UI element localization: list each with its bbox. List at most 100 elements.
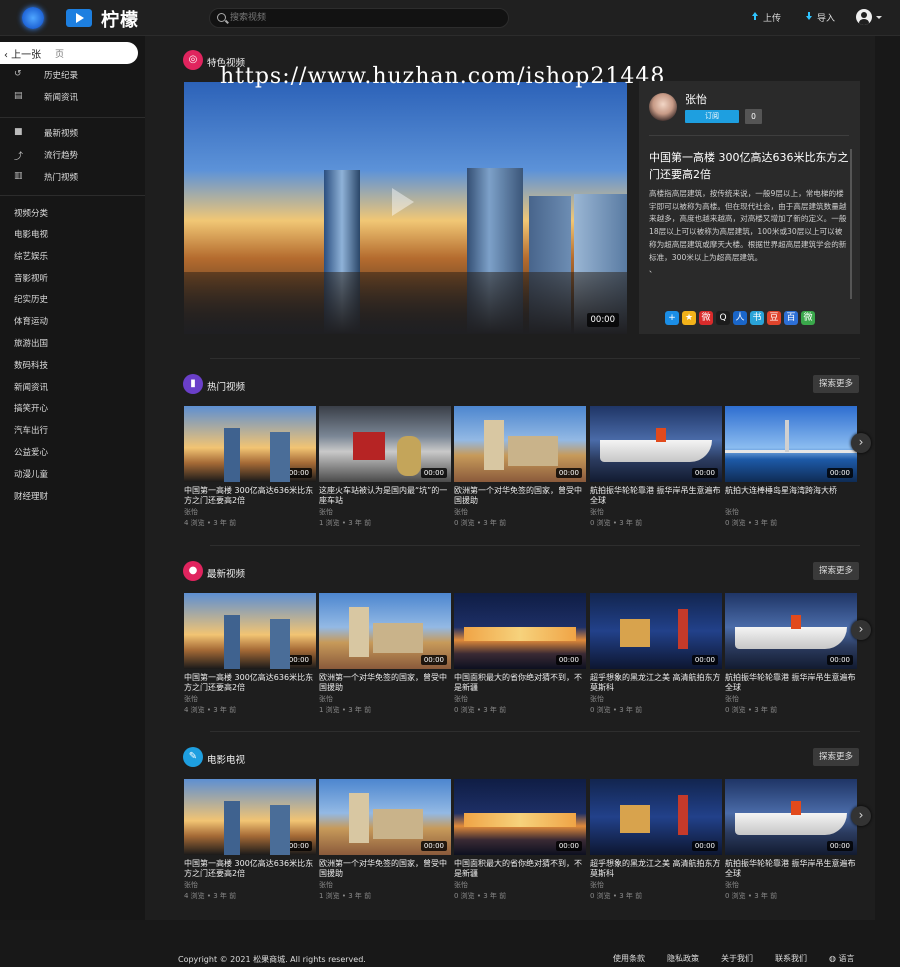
video-thumbnail[interactable]: 00:00 xyxy=(184,406,316,482)
video-author[interactable]: 张怡 xyxy=(184,880,198,890)
video-title[interactable]: 航拍振华轮轮靠港 振华岸吊生意遍布全球 xyxy=(725,673,857,693)
search-input[interactable] xyxy=(230,10,500,26)
video-title[interactable]: 这座火车站被认为是国内最“坑”的一座车站 xyxy=(319,486,451,506)
video-author[interactable]: 张怡 xyxy=(725,507,739,517)
footer-link-language[interactable]: ◍ 语言 xyxy=(829,953,855,964)
play-icon[interactable] xyxy=(392,188,414,216)
sidebar-category-item[interactable]: 体育运动 xyxy=(14,315,48,327)
sidebar-category-item[interactable]: 电影电视 xyxy=(14,228,48,240)
video-author[interactable]: 张怡 xyxy=(590,880,604,890)
video-title[interactable]: 航拍振华轮轮靠港 振华岸吊生意遍布全球 xyxy=(725,859,857,879)
sidebar-category-item[interactable]: 新闻资讯 xyxy=(14,381,48,393)
footer-link-about[interactable]: 关于我们 xyxy=(721,953,753,964)
video-card[interactable]: 00:00 超乎想象的黑龙江之美 高清航拍东方莫斯科 张怡 0 浏览 • 3 年 前 xyxy=(590,779,722,901)
avatar[interactable] xyxy=(649,93,677,121)
video-card[interactable]: 00:00 中国面积最大的省你绝对猜不到，不是新疆 张怡 0 浏览 • 3 年 前 xyxy=(454,779,586,901)
video-title[interactable]: 航拍振华轮轮靠港 振华岸吊生意遍布全球 xyxy=(590,486,722,506)
video-author[interactable]: 张怡 xyxy=(319,880,333,890)
share-douban-icon[interactable]: 豆 xyxy=(767,311,781,325)
footer-link-contact[interactable]: 联系我们 xyxy=(775,953,807,964)
video-card[interactable]: 00:00 欧洲第一个对华免签的国家，曾受中国援助 张怡 1 浏览 • 3 年 前 xyxy=(319,779,451,901)
share-star-icon[interactable]: ★ xyxy=(682,311,696,325)
video-card[interactable]: 00:00 中国第一高楼 300亿高达636米比东方之门还要高2倍 张怡 4 浏览 •… xyxy=(184,593,316,715)
video-author[interactable]: 张怡 xyxy=(590,507,604,517)
explore-more-button[interactable]: 探索更多 xyxy=(813,748,859,766)
video-card[interactable]: 00:00 欧洲第一个对华免签的国家，曾受中国援助 张怡 0 浏览 • 3 年 前 xyxy=(454,406,586,528)
video-author[interactable]: 张怡 xyxy=(454,694,468,704)
video-author[interactable]: 张怡 xyxy=(184,507,198,517)
sidebar-category-item[interactable]: 财经理财 xyxy=(14,490,48,502)
featured-video-player[interactable]: 00:00 xyxy=(184,82,627,334)
video-author[interactable]: 张怡 xyxy=(725,694,739,704)
prev-slide-button[interactable]: ‹ 上一张 页 xyxy=(0,42,138,64)
video-title[interactable]: 中国第一高楼 300亿高达636米比东方之门还要高2倍 xyxy=(184,486,316,506)
chevron-down-icon[interactable] xyxy=(876,16,882,19)
sidebar-category-item[interactable]: 综艺娱乐 xyxy=(14,250,48,262)
share-wechat-icon[interactable]: 微 xyxy=(801,311,815,325)
video-thumbnail[interactable]: 00:00 xyxy=(454,406,586,482)
video-title[interactable]: 中国面积最大的省你绝对猜不到，不是新疆 xyxy=(454,673,586,693)
video-thumbnail[interactable]: 00:00 xyxy=(184,593,316,669)
user-account-icon[interactable] xyxy=(856,9,872,25)
video-thumbnail[interactable]: 00:00 xyxy=(319,593,451,669)
video-title[interactable]: 超乎想象的黑龙江之美 高清航拍东方莫斯科 xyxy=(590,859,722,879)
share-plus-icon[interactable]: + xyxy=(665,311,679,325)
video-thumbnail[interactable]: 00:00 xyxy=(590,779,722,855)
video-card[interactable]: 00:00 中国第一高楼 300亿高达636米比东方之门还要高2倍 张怡 4 浏览 •… xyxy=(184,779,316,901)
share-renren-icon[interactable]: 人 xyxy=(733,311,747,325)
author-name[interactable]: 张怡 xyxy=(685,91,707,107)
video-title[interactable]: 超乎想象的黑龙江之美 高清航拍东方莫斯科 xyxy=(590,673,722,693)
sidebar-category-item[interactable]: 动漫儿童 xyxy=(14,468,48,480)
video-author[interactable]: 张怡 xyxy=(725,880,739,890)
chevron-right-icon[interactable]: › xyxy=(851,433,871,453)
sidebar-category-item[interactable]: 数码科技 xyxy=(14,359,48,371)
share-weibo-icon[interactable]: 微 xyxy=(699,311,713,325)
video-card[interactable]: 00:00 这座火车站被认为是国内最“坑”的一座车站 张怡 1 浏览 • 3 年 前 xyxy=(319,406,451,528)
sidebar-category-item[interactable]: 旅游出国 xyxy=(14,337,48,349)
video-thumbnail[interactable]: 00:00 xyxy=(725,779,857,855)
home-nav-label[interactable]: 页 xyxy=(55,47,64,60)
video-thumbnail[interactable]: 00:00 xyxy=(184,779,316,855)
chevron-right-icon[interactable]: › xyxy=(851,620,871,640)
video-title[interactable]: 中国面积最大的省你绝对猜不到，不是新疆 xyxy=(454,859,586,879)
video-thumbnail[interactable]: 00:00 xyxy=(725,406,857,482)
video-thumbnail[interactable]: 00:00 xyxy=(590,406,722,482)
video-card[interactable]: 00:00 航拍振华轮轮靠港 振华岸吊生意遍布全球 张怡 0 浏览 • 3 年 前 xyxy=(590,406,722,528)
video-thumbnail[interactable]: 00:00 xyxy=(454,593,586,669)
sidebar-category-item[interactable]: 汽车出行 xyxy=(14,424,48,436)
featured-video-title[interactable]: 中国第一高楼 300亿高达636米比东方之门还要高2倍 xyxy=(649,149,849,183)
video-title[interactable]: 欧洲第一个对华免签的国家，曾受中国援助 xyxy=(319,859,451,879)
upload-button[interactable]: 上传 xyxy=(751,11,781,24)
video-card[interactable]: 00:00 欧洲第一个对华免签的国家，曾受中国援助 张怡 1 浏览 • 3 年 前 xyxy=(319,593,451,715)
video-title[interactable]: 欧洲第一个对华免签的国家，曾受中国援助 xyxy=(319,673,451,693)
video-thumbnail[interactable]: 00:00 xyxy=(319,779,451,855)
sidebar-category-item[interactable]: 搞笑开心 xyxy=(14,402,48,414)
video-author[interactable]: 张怡 xyxy=(590,694,604,704)
video-title[interactable]: 航拍大连棒棰岛星海湾跨海大桥 xyxy=(725,486,857,496)
footer-link-privacy[interactable]: 隐私政策 xyxy=(667,953,699,964)
video-thumbnail[interactable]: 00:00 xyxy=(319,406,451,482)
site-logo-text[interactable]: 柠檬 xyxy=(101,6,139,32)
search-icon[interactable] xyxy=(217,13,226,22)
video-thumbnail[interactable]: 00:00 xyxy=(725,593,857,669)
description-scrollbar[interactable] xyxy=(850,149,852,299)
share-qq-icon[interactable]: Q xyxy=(716,311,730,325)
sidebar-category-item[interactable]: 音影视听 xyxy=(14,272,48,284)
footer-link-terms[interactable]: 使用条款 xyxy=(613,953,645,964)
share-baidu-icon[interactable]: 百 xyxy=(784,311,798,325)
video-card[interactable]: 00:00 航拍振华轮轮靠港 振华岸吊生意遍布全球 张怡 0 浏览 • 3 年 前 xyxy=(725,593,857,715)
subscribe-button[interactable]: 订阅 xyxy=(685,110,739,123)
video-title[interactable]: 欧洲第一个对华免签的国家，曾受中国援助 xyxy=(454,486,586,506)
video-card[interactable]: 00:00 中国第一高楼 300亿高达636米比东方之门还要高2倍 张怡 4 浏览 •… xyxy=(184,406,316,528)
explore-more-button[interactable]: 探索更多 xyxy=(813,375,859,393)
video-author[interactable]: 张怡 xyxy=(184,694,198,704)
video-title[interactable]: 中国第一高楼 300亿高达636米比东方之门还要高2倍 xyxy=(184,859,316,879)
video-author[interactable]: 张怡 xyxy=(319,694,333,704)
play-logo-icon[interactable] xyxy=(66,9,92,27)
video-card[interactable]: 00:00 航拍振华轮轮靠港 振华岸吊生意遍布全球 张怡 0 浏览 • 3 年 前 xyxy=(725,779,857,901)
video-author[interactable]: 张怡 xyxy=(319,507,333,517)
sidebar-category-item[interactable]: 公益爱心 xyxy=(14,446,48,458)
video-card[interactable]: 00:00 中国面积最大的省你绝对猜不到，不是新疆 张怡 0 浏览 • 3 年 前 xyxy=(454,593,586,715)
app-launcher-icon[interactable] xyxy=(22,7,44,29)
video-title[interactable]: 中国第一高楼 300亿高达636米比东方之门还要高2倍 xyxy=(184,673,316,693)
